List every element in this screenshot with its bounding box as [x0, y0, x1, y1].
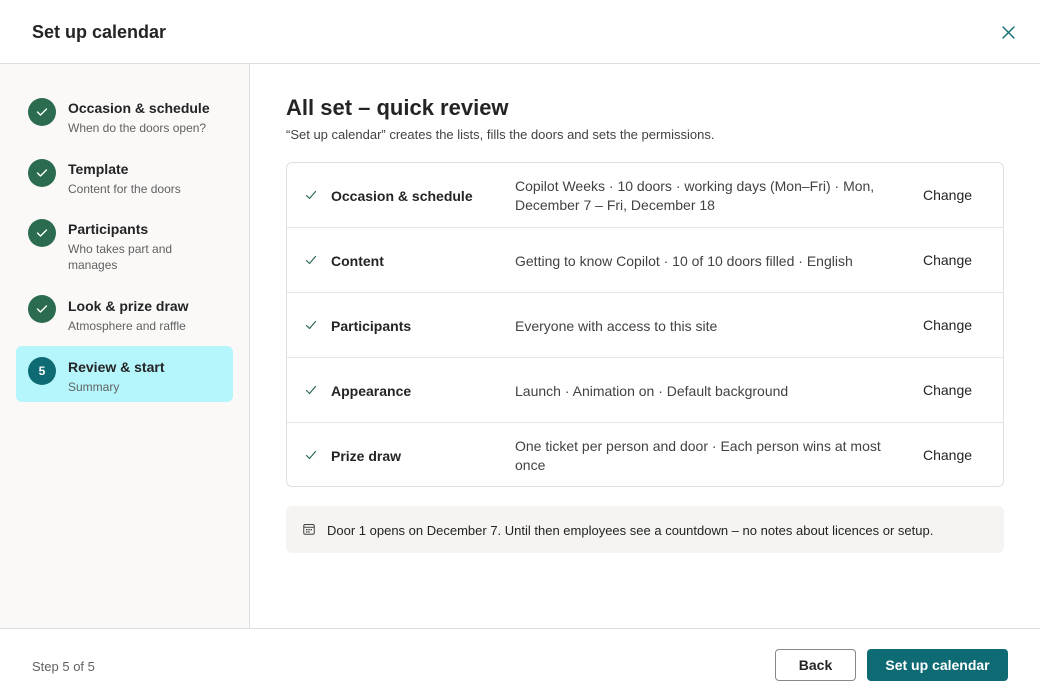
step-label: Participants — [68, 221, 149, 237]
step-sublabel: Content for the doors — [68, 182, 181, 196]
step-occasion-schedule[interactable]: Occasion & schedule When do the doors op… — [16, 94, 233, 140]
step-number-badge: 5 — [28, 357, 56, 385]
review-row-prize-draw: Prize draw One ticket per person and doo… — [287, 423, 1003, 488]
dialog-title: Set up calendar — [32, 22, 167, 42]
back-button[interactable]: Back — [775, 649, 856, 681]
set-up-calendar-button[interactable]: Set up calendar — [867, 649, 1008, 681]
review-row-label: Appearance — [331, 383, 412, 399]
page-description: “Set up calendar” creates the lists, fil… — [286, 127, 715, 142]
review-row-value: Launch · Animation on · Default backgrou… — [515, 383, 789, 399]
step-review-start[interactable]: 5 Review & start Summary — [16, 346, 233, 402]
change-button[interactable]: Change — [923, 447, 972, 463]
review-row-label: Occasion & schedule — [331, 188, 473, 204]
change-button[interactable]: Change — [923, 252, 972, 268]
step-counter: Step 5 of 5 — [32, 659, 95, 674]
step-sublabel: When do the doors open? — [68, 121, 207, 135]
calendar-icon — [303, 524, 315, 535]
change-button[interactable]: Change — [923, 317, 972, 333]
review-row-value: Copilot Weeks · 10 doors · working days … — [515, 178, 875, 213]
review-row-value: One ticket per person and door · Each pe… — [515, 438, 881, 473]
review-row-appearance: Appearance Launch · Animation on · Defau… — [287, 358, 1003, 423]
checkmark-icon — [305, 320, 317, 330]
review-row-value: Everyone with access to this site — [515, 318, 718, 334]
review-row-value: Getting to know Copilot · 10 of 10 doors… — [515, 253, 853, 269]
step-done-badge — [28, 159, 56, 187]
checkmark-icon — [36, 108, 48, 116]
dialog-footer: Step 5 of 5 Back Set up calendar — [0, 628, 1040, 700]
change-button[interactable]: Change — [923, 187, 972, 203]
info-note: Door 1 opens on December 7. Until then e… — [286, 506, 1004, 553]
dialog-header: Set up calendar — [0, 0, 1040, 64]
checkmark-icon — [305, 385, 317, 395]
step-sublabel: Atmosphere and raffle — [68, 319, 186, 333]
review-summary-list: Occasion & schedule Copilot Weeks · 10 d… — [286, 162, 1004, 487]
step-label: Occasion & schedule — [68, 100, 210, 116]
info-note-text: Door 1 opens on December 7. Until then e… — [327, 523, 934, 538]
step-label: Review & start — [68, 359, 165, 375]
step-label: Look & prize draw — [68, 298, 189, 314]
checkmark-icon — [305, 190, 317, 200]
review-row-label: Prize draw — [331, 448, 402, 464]
step-sublabel: Who takes part and manages — [68, 242, 173, 272]
step-label: Template — [68, 161, 129, 177]
close-button[interactable] — [996, 20, 1020, 44]
checkmark-icon — [305, 255, 317, 265]
step-done-badge — [28, 295, 56, 323]
step-sublabel: Summary — [68, 380, 120, 394]
step-look-prize-draw[interactable]: Look & prize draw Atmosphere and raffle — [16, 293, 233, 339]
step-template[interactable]: Template Content for the doors — [16, 155, 233, 201]
review-row-label: Content — [331, 253, 384, 269]
page-title: All set – quick review — [286, 95, 509, 120]
checkmark-icon — [36, 305, 48, 313]
checkmark-icon — [36, 229, 48, 237]
wizard-sidebar: Occasion & schedule When do the doors op… — [0, 64, 250, 628]
change-button[interactable]: Change — [923, 382, 972, 398]
step-done-badge — [28, 219, 56, 247]
review-row-participants: Participants Everyone with access to thi… — [287, 293, 1003, 358]
step-participants[interactable]: Participants Who takes part and manages — [16, 216, 233, 278]
step-done-badge — [28, 98, 56, 126]
review-row-label: Participants — [331, 318, 412, 334]
close-icon — [1001, 25, 1015, 39]
review-row-occasion-schedule: Occasion & schedule Copilot Weeks · 10 d… — [287, 163, 1003, 228]
checkmark-icon — [36, 169, 48, 177]
checkmark-icon — [305, 450, 317, 460]
review-row-content: Content Getting to know Copilot · 10 of … — [287, 228, 1003, 293]
